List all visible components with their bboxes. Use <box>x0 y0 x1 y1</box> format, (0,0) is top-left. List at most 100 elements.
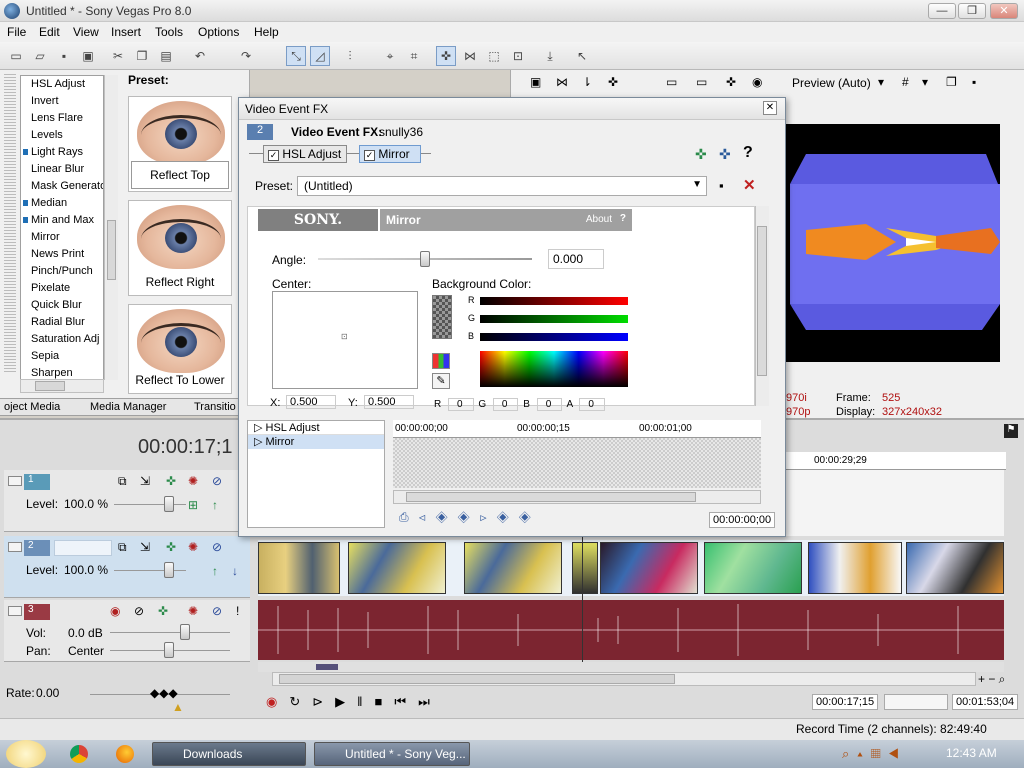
chain-plugin-mirror[interactable]: ✓ Mirror <box>359 145 421 163</box>
region-marker[interactable] <box>316 664 338 670</box>
dropdown-arrow-icon[interactable]: ▾ <box>922 75 928 89</box>
menu-options[interactable]: Options <box>198 25 239 39</box>
fx-list-horizontal-scrollbar[interactable] <box>20 379 104 393</box>
taskbar-vegas[interactable]: Untitled * - Sony Veg... <box>314 742 470 766</box>
tab-project-media[interactable]: oject Media <box>4 401 60 413</box>
stop-icon[interactable]: ■ <box>375 694 395 709</box>
track-motion-icon[interactable]: ✜ <box>166 474 176 488</box>
save-icon[interactable]: ▪ <box>54 46 74 66</box>
redo-icon[interactable]: ↷ <box>236 46 256 66</box>
last-keyframe-icon[interactable]: ◈ <box>519 510 541 524</box>
fx-list-item[interactable]: Sepia <box>21 348 103 365</box>
fx-list-item[interactable]: Median <box>21 195 103 212</box>
fx-list-item[interactable]: HSL Adjust <box>21 76 103 93</box>
auto-crossfade-icon[interactable]: ⫶ <box>340 46 360 66</box>
video-clip[interactable] <box>464 542 562 594</box>
keyframe-scroll-thumb[interactable] <box>406 492 696 502</box>
preview-device-icon[interactable]: ▭ <box>666 75 677 89</box>
video-clip[interactable] <box>348 542 446 594</box>
video-clip[interactable] <box>906 542 1004 594</box>
plugin-chain-icon[interactable]: ✜ <box>695 146 707 163</box>
params-scroll-thumb[interactable] <box>757 226 767 376</box>
menu-tools[interactable]: Tools <box>155 25 183 39</box>
paste-icon[interactable]: ▤ <box>156 46 176 66</box>
play-from-start-icon[interactable]: ⊳ <box>312 694 335 709</box>
compositing-mode-icon[interactable]: ⧉ <box>118 540 127 555</box>
search-icon[interactable]: ⌕ <box>842 746 857 761</box>
mute-icon[interactable]: ⊘ <box>212 604 222 618</box>
chain-plugin-hsl-adjust[interactable]: ✓ HSL Adjust <box>263 145 347 163</box>
level-slider-thumb[interactable] <box>164 496 174 512</box>
remove-plugin-icon[interactable]: ✜ <box>719 146 731 163</box>
g-value-field[interactable]: 0 <box>492 398 519 411</box>
arm-record-icon[interactable]: ◉ <box>110 604 120 618</box>
preset-dropdown[interactable]: (Untitled) ▼ <box>297 176 707 196</box>
color-swatch[interactable] <box>432 295 452 339</box>
properties-icon[interactable]: ▣ <box>530 75 541 89</box>
blue-channel-slider[interactable] <box>480 333 628 341</box>
tray-arrow-icon[interactable]: ▴ <box>857 746 870 761</box>
track-motion-icon[interactable]: ✜ <box>166 540 176 554</box>
volume-icon[interactable]: ◀ <box>889 746 907 761</box>
normal-edit-tool-icon[interactable]: ⤡ <box>286 46 306 66</box>
center-x-field[interactable]: 0.500 <box>286 395 336 409</box>
fx-list-item[interactable]: Sharpen <box>21 365 103 379</box>
fx-list-item[interactable]: News Print <box>21 246 103 263</box>
r-value-field[interactable]: 0 <box>448 398 474 411</box>
track-fx-icon[interactable]: ✺ <box>188 474 198 488</box>
auto-ripple-icon[interactable]: ⌗ <box>404 46 424 66</box>
close-button[interactable]: ✕ <box>990 3 1018 19</box>
marker-flag-icon[interactable]: ⚑ <box>1004 424 1018 438</box>
fx-list-item[interactable]: Min and Max <box>21 212 103 229</box>
lock-keyframes-icon[interactable]: ⎙ <box>399 510 419 524</box>
external-monitor-icon[interactable]: ✜ <box>608 75 618 89</box>
delete-keyframe-icon[interactable]: ◈ <box>497 510 519 524</box>
timeline-scroll-thumb[interactable] <box>279 674 675 684</box>
keyframe-time-field[interactable]: 00:00:00;00 <box>709 512 775 528</box>
fx-list-item[interactable]: Pixelate <box>21 280 103 297</box>
a-value-field[interactable]: 0 <box>579 398 605 411</box>
selection-tool-icon[interactable]: ⬚ <box>484 46 504 66</box>
whats-this-icon[interactable]: ↖ <box>572 46 592 66</box>
split-view-icon[interactable]: ✜ <box>726 75 736 89</box>
video-clip[interactable] <box>572 542 598 594</box>
red-channel-slider[interactable] <box>480 297 628 305</box>
video-fx-icon[interactable]: ▭ <box>696 75 707 89</box>
video-clip[interactable] <box>704 542 802 594</box>
fx-list-scroll-thumb[interactable] <box>107 220 116 280</box>
copy-icon[interactable]: ❐ <box>132 46 152 66</box>
fx-list-item[interactable]: Saturation Adj <box>21 331 103 348</box>
tab-transitions[interactable]: Transitio <box>194 401 236 413</box>
open-icon[interactable]: ▱ <box>30 46 50 66</box>
render-icon[interactable]: ⤓ <box>540 46 560 66</box>
zoom-tool-icon[interactable]: ⊡ <box>508 46 528 66</box>
go-to-start-icon[interactable]: ⏮ <box>394 694 418 709</box>
volume-slider[interactable] <box>110 632 230 633</box>
save-snapshot-icon[interactable]: ▪ <box>972 75 976 89</box>
split-screen-icon[interactable]: ⋈ <box>556 75 568 89</box>
firefox-icon[interactable] <box>116 745 134 763</box>
audio-waveform[interactable] <box>258 600 1004 660</box>
menu-edit[interactable]: Edit <box>39 25 60 39</box>
new-icon[interactable]: ▭ <box>6 46 26 66</box>
play-icon[interactable]: ▶ <box>335 694 357 709</box>
delete-preset-icon[interactable]: ✕ <box>743 176 756 194</box>
volume-slider-thumb[interactable] <box>180 624 190 640</box>
menu-help[interactable]: Help <box>254 25 279 39</box>
fx-list-item[interactable]: Lens Flare <box>21 110 103 127</box>
keyframe-lanes[interactable] <box>393 438 761 488</box>
menu-file[interactable]: File <box>7 25 26 39</box>
fx-list-item[interactable]: Radial Blur <box>21 314 103 331</box>
track-name-field[interactable] <box>54 540 112 556</box>
track-collapse-icon[interactable] <box>8 542 22 552</box>
end-time-field[interactable]: 00:01:53;04 <box>952 694 1018 710</box>
overlay-icon[interactable]: ⇂ <box>582 75 592 89</box>
maximize-button[interactable]: ❐ <box>958 3 986 19</box>
fx-list-item[interactable]: Quick Blur <box>21 297 103 314</box>
color-spectrum-picker[interactable] <box>480 351 628 387</box>
level-slider-thumb[interactable] <box>164 562 174 578</box>
rate-slider-thumb[interactable]: ◆◆◆ <box>150 686 178 700</box>
go-to-end-icon[interactable]: ⏭ <box>418 694 442 709</box>
center-point-picker[interactable]: ⊡ <box>272 291 418 389</box>
eyedropper-icon[interactable]: ✎ <box>432 373 450 389</box>
